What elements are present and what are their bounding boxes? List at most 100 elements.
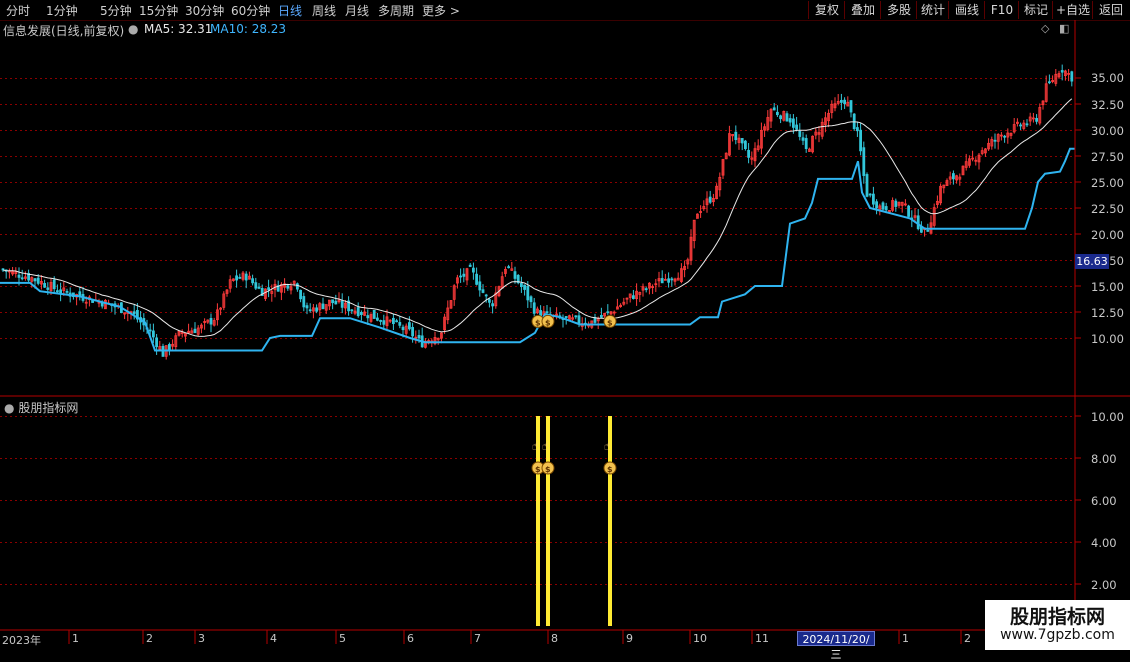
candle-body	[148, 329, 152, 332]
candle-body	[372, 309, 376, 319]
candle-body	[33, 278, 37, 282]
candle-body	[884, 206, 888, 211]
signal-markers: ☝ $ $ ☝ $ $ ☝ $ $	[531, 314, 617, 475]
candle-body	[660, 278, 664, 284]
candle-body	[859, 129, 862, 152]
candle-body	[1025, 123, 1029, 126]
time-label: 5	[339, 632, 346, 645]
candle-body	[526, 285, 530, 301]
candle-body	[462, 273, 466, 277]
kline-chart[interactable]: ☝ $ $ ☝ $ $ ☝ $ $	[0, 0, 1130, 650]
candle-body	[56, 290, 59, 293]
candle-body	[167, 344, 171, 350]
price-label: 10.00	[1091, 332, 1124, 346]
candle-body	[244, 273, 248, 281]
candle-body	[379, 320, 383, 322]
candle-body	[356, 307, 360, 317]
candle-body	[529, 296, 533, 303]
candle-body	[792, 118, 795, 128]
candle-body	[1019, 124, 1022, 127]
candle-body	[459, 275, 463, 278]
candle-body	[632, 295, 635, 299]
candle-body	[606, 311, 610, 314]
indicator-label: 6.00	[1091, 494, 1117, 508]
candle-body	[391, 317, 395, 325]
candle-body	[411, 327, 415, 337]
price-grid	[0, 77, 1081, 644]
candle-body	[484, 294, 488, 297]
site-watermark: 股朋指标网 www.7gpzb.com	[985, 600, 1130, 650]
candle-body	[193, 328, 197, 334]
current-price-badge: 16.63	[1075, 254, 1109, 269]
candle-body	[926, 229, 930, 232]
candle-body	[993, 139, 997, 142]
indicator-name: 股朋指标网	[18, 401, 79, 415]
candle-body	[523, 284, 526, 290]
candle-body	[670, 278, 674, 281]
candle-body	[747, 149, 750, 158]
pointer-hand-icon: ☝	[604, 439, 611, 453]
candle-body	[804, 138, 808, 149]
time-label: 1	[72, 632, 79, 645]
candle-body	[491, 303, 495, 307]
time-label: 7	[474, 632, 481, 645]
candle-body	[481, 289, 485, 293]
candle-body	[520, 283, 523, 288]
candle-body	[734, 131, 738, 141]
candle-body	[475, 273, 479, 285]
candle-body	[209, 318, 213, 325]
candle-body	[1070, 71, 1074, 82]
candle-body	[254, 282, 258, 289]
time-label: 6	[407, 632, 414, 645]
candle-body	[1003, 135, 1006, 138]
candle-body	[20, 277, 24, 280]
candle-body	[1060, 70, 1064, 73]
candle-body	[350, 309, 354, 312]
price-label: 12.50	[1091, 306, 1124, 320]
candle-body	[302, 296, 306, 308]
money-bag-symbol: $	[607, 318, 613, 327]
candle-body	[151, 330, 155, 338]
candle-body	[507, 266, 511, 269]
candle-body	[740, 138, 744, 144]
time-label: 9	[626, 632, 633, 645]
candle-body	[132, 311, 136, 315]
time-label: 4	[270, 632, 277, 645]
candle-body	[843, 99, 846, 105]
indicator-label: 4.00	[1091, 536, 1117, 550]
candle-body	[235, 275, 239, 281]
time-label: 2023年	[2, 634, 41, 647]
candle-body	[366, 315, 370, 319]
time-label: 3	[198, 632, 205, 645]
candle-body	[779, 115, 782, 120]
indicator-settings-icon[interactable]: ●	[4, 401, 14, 415]
candle-body	[299, 289, 303, 300]
money-bag-symbol: $	[607, 465, 613, 474]
candle-body	[667, 278, 670, 283]
candle-body	[65, 290, 69, 293]
time-label: 2	[964, 632, 971, 645]
candle-body	[881, 202, 885, 210]
candle-body	[487, 299, 491, 303]
candle-body	[872, 193, 875, 205]
candle-body	[577, 315, 581, 324]
price-label: 15.00	[1091, 280, 1124, 294]
money-bag-symbol: $	[545, 465, 551, 474]
candle-body	[340, 300, 344, 308]
candle-body	[798, 130, 802, 137]
candle-body	[564, 316, 568, 319]
pointer-hand-icon: ☝	[542, 439, 549, 453]
candle-body	[334, 300, 338, 305]
candle-body	[382, 320, 386, 325]
candle-body	[43, 283, 46, 288]
pointer-hand-icon: ☝	[532, 439, 539, 453]
candle-body	[916, 215, 920, 230]
candle-body	[862, 147, 866, 176]
candle-body	[801, 137, 805, 141]
candle-body	[868, 193, 872, 196]
candle-body	[856, 127, 859, 132]
candle-body	[36, 277, 40, 284]
watermark-title: 股朋指标网	[1009, 606, 1105, 628]
candle-body	[417, 335, 421, 339]
candle-body	[776, 111, 779, 116]
